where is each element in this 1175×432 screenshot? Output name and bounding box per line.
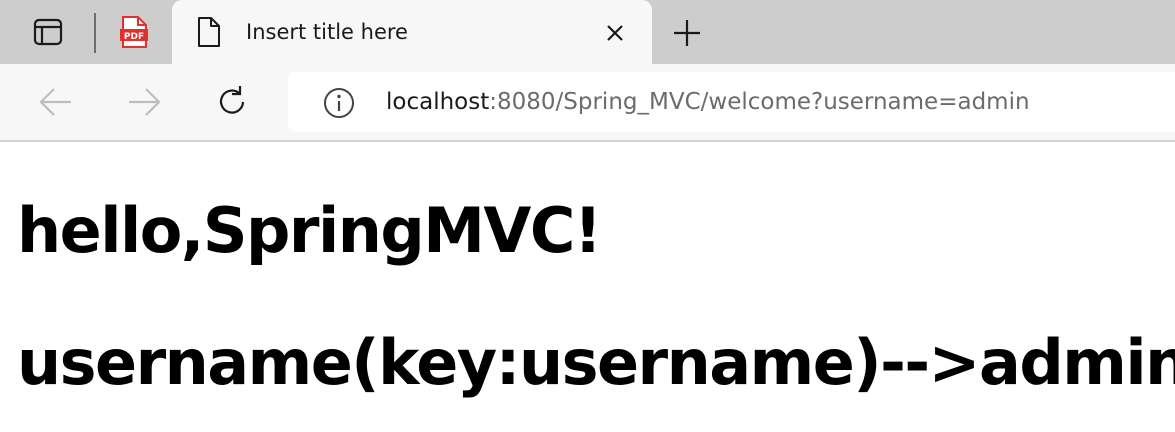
back-button[interactable] [36, 82, 76, 122]
pdf-icon: PDF [120, 16, 148, 48]
svg-text:PDF: PDF [124, 32, 144, 42]
refresh-button[interactable] [212, 82, 252, 122]
tab-pdf[interactable]: PDF [112, 12, 156, 52]
url-text[interactable]: localhost:8080/Spring_MVC/welcome?userna… [386, 86, 1030, 118]
tab-divider [94, 13, 96, 53]
username-heading: username(key:username)-->admin [17, 326, 1175, 399]
page-icon [198, 17, 220, 47]
browser-toolbar: localhost:8080/Spring_MVC/welcome?userna… [0, 64, 1175, 142]
info-icon [324, 88, 354, 118]
greeting-heading: hello,SpringMVC! [17, 194, 602, 267]
address-bar[interactable]: localhost:8080/Spring_MVC/welcome?userna… [288, 72, 1175, 132]
tab-title: Insert title here [246, 20, 408, 44]
tab-actions-icon [33, 18, 63, 46]
page-content: hello,SpringMVC! username(key:username)-… [0, 142, 1175, 432]
url-host: localhost [386, 89, 490, 115]
tab-strip: PDF Insert title here [0, 0, 1175, 64]
site-info-button[interactable] [322, 86, 356, 120]
refresh-icon [219, 86, 245, 114]
forward-arrow-icon [129, 88, 161, 116]
close-icon [607, 25, 623, 41]
new-tab-button[interactable] [666, 12, 708, 54]
back-arrow-icon [39, 88, 71, 116]
tab-close-button[interactable] [602, 20, 628, 46]
forward-button[interactable] [124, 82, 164, 122]
url-path: :8080/Spring_MVC/welcome?username=admin [489, 89, 1030, 115]
tab-actions-button[interactable] [28, 14, 68, 50]
plus-icon [674, 20, 700, 46]
tab-active[interactable]: Insert title here [172, 0, 652, 64]
